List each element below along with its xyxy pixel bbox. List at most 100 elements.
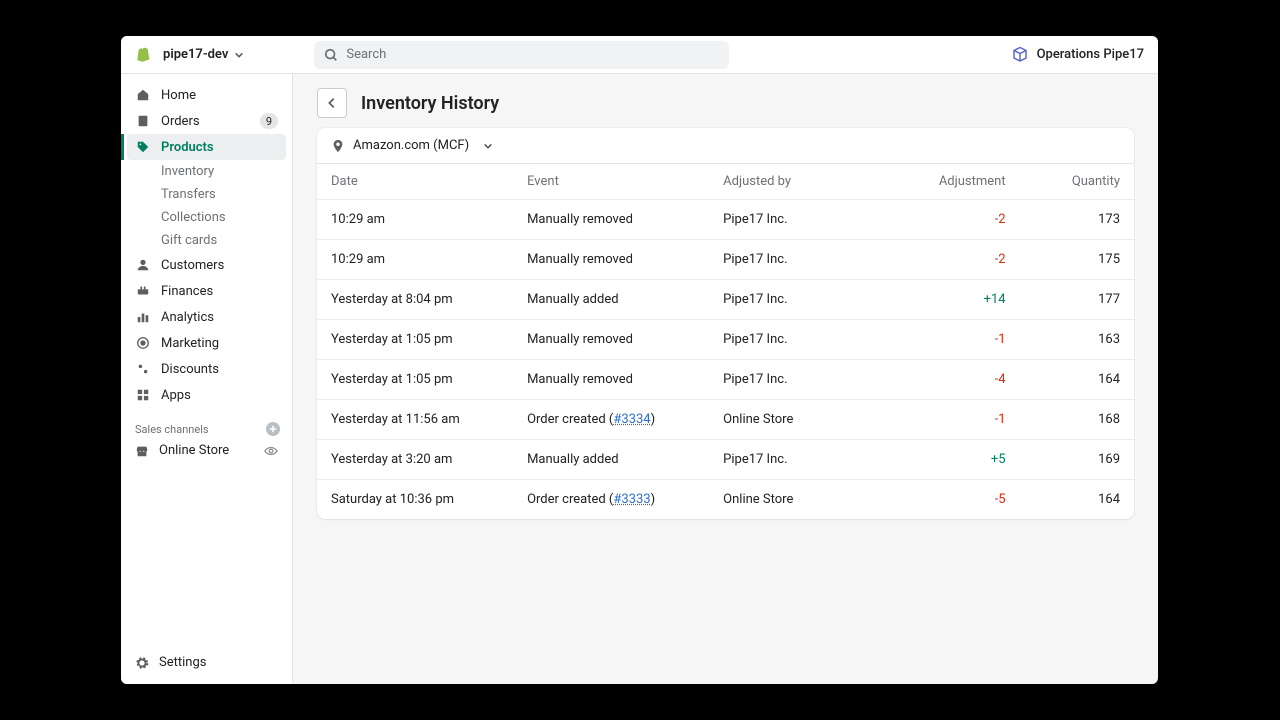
page-header: Inventory History (317, 88, 1134, 118)
account-menu[interactable]: Operations Pipe17 (1011, 46, 1144, 64)
cell-adjustment: -2 (905, 200, 1019, 240)
chevron-down-icon (234, 50, 244, 60)
orders-icon (135, 113, 151, 129)
cell-quantity: 163 (1020, 320, 1134, 360)
col-date: Date (317, 164, 513, 200)
cell-quantity: 175 (1020, 240, 1134, 280)
cell-quantity: 177 (1020, 280, 1134, 320)
cell-event: Manually added (513, 440, 709, 480)
table-row: Yesterday at 1:05 pmManually removedPipe… (317, 360, 1134, 400)
sidebar-item-label: Orders (161, 114, 200, 129)
cell-adjustment: +5 (905, 440, 1019, 480)
cell-adjustment: -4 (905, 360, 1019, 400)
cell-adjusted-by: Online Store (709, 480, 905, 520)
sidebar-item-marketing[interactable]: Marketing (127, 330, 286, 356)
sidebar-item-apps[interactable]: Apps (127, 382, 286, 408)
order-link[interactable]: #3334 (613, 412, 650, 427)
topbar: pipe17-dev Search Operations Pipe17 (121, 36, 1158, 74)
cell-event: Order created (#3333) (513, 480, 709, 520)
cell-adjusted-by: Pipe17 Inc. (709, 200, 905, 240)
cell-date: Yesterday at 3:20 am (317, 440, 513, 480)
cell-quantity: 169 (1020, 440, 1134, 480)
cell-date: Saturday at 10:36 pm (317, 480, 513, 520)
sidebar: Home Orders 9 Products Inventory Transfe… (121, 74, 293, 684)
channel-online-store[interactable]: Online Store (121, 438, 292, 463)
sidebar-item-analytics[interactable]: Analytics (127, 304, 286, 330)
cell-adjusted-by: Pipe17 Inc. (709, 360, 905, 400)
location-label: Amazon.com (MCF) (353, 138, 469, 153)
sidebar-item-orders[interactable]: Orders 9 (127, 108, 286, 134)
analytics-icon (135, 309, 151, 325)
table-row: Yesterday at 1:05 pmManually removedPipe… (317, 320, 1134, 360)
eye-icon[interactable] (264, 444, 278, 458)
sidebar-subitem-gift-cards[interactable]: Gift cards (127, 229, 286, 252)
cell-adjustment: -5 (905, 480, 1019, 520)
cell-adjustment: +14 (905, 280, 1019, 320)
settings-label: Settings (159, 655, 206, 670)
sidebar-subitem-transfers[interactable]: Transfers (127, 183, 286, 206)
location-selector[interactable]: Amazon.com (MCF) (317, 128, 1134, 163)
table-body: 10:29 amManually removedPipe17 Inc.-2173… (317, 200, 1134, 520)
account-label: Operations Pipe17 (1037, 47, 1144, 62)
col-event: Event (513, 164, 709, 200)
col-adjustment: Adjustment (905, 164, 1019, 200)
search-input[interactable]: Search (314, 41, 729, 69)
cell-date: Yesterday at 1:05 pm (317, 320, 513, 360)
cell-adjusted-by: Pipe17 Inc. (709, 280, 905, 320)
cell-quantity: 164 (1020, 480, 1134, 520)
sidebar-subitem-collections[interactable]: Collections (127, 206, 286, 229)
sidebar-item-label: Discounts (161, 362, 219, 377)
products-icon (135, 139, 151, 155)
sidebar-item-customers[interactable]: Customers (127, 252, 286, 278)
cell-adjusted-by: Pipe17 Inc. (709, 240, 905, 280)
sales-channels-heading: Sales channels (121, 412, 292, 438)
cell-date: Yesterday at 8:04 pm (317, 280, 513, 320)
shopify-logo-icon (135, 46, 153, 64)
sidebar-item-products[interactable]: Products (127, 134, 286, 160)
page-title: Inventory History (361, 93, 499, 114)
sales-channels-label: Sales channels (135, 423, 209, 436)
order-link[interactable]: #3333 (613, 492, 650, 507)
cell-event: Manually removed (513, 320, 709, 360)
finances-icon (135, 283, 151, 299)
table-row: Yesterday at 8:04 pmManually addedPipe17… (317, 280, 1134, 320)
inventory-history-table: Date Event Adjusted by Adjustment Quanti… (317, 163, 1134, 519)
add-channel-button[interactable] (266, 422, 280, 436)
sidebar-item-settings[interactable]: Settings (121, 646, 292, 684)
discounts-icon (135, 361, 151, 377)
body: Home Orders 9 Products Inventory Transfe… (121, 74, 1158, 684)
marketing-icon (135, 335, 151, 351)
sidebar-item-label: Finances (161, 284, 213, 299)
table-row: Yesterday at 11:56 amOrder created (#333… (317, 400, 1134, 440)
sidebar-item-label: Marketing (161, 336, 219, 351)
back-button[interactable] (317, 88, 347, 118)
cell-date: 10:29 am (317, 200, 513, 240)
sidebar-item-discounts[interactable]: Discounts (127, 356, 286, 382)
store-icon (135, 444, 149, 458)
home-icon (135, 87, 151, 103)
table-header-row: Date Event Adjusted by Adjustment Quanti… (317, 164, 1134, 200)
cell-date: 10:29 am (317, 240, 513, 280)
orders-badge: 9 (260, 113, 278, 129)
customers-icon (135, 257, 151, 273)
sidebar-item-label: Customers (161, 258, 224, 273)
sidebar-item-label: Home (161, 88, 196, 103)
sidebar-item-label: Products (161, 140, 214, 155)
search-icon (324, 48, 338, 62)
cell-quantity: 173 (1020, 200, 1134, 240)
cell-date: Yesterday at 11:56 am (317, 400, 513, 440)
app-window: pipe17-dev Search Operations Pipe17 (121, 36, 1158, 684)
channel-label: Online Store (159, 443, 229, 458)
chevron-down-icon (483, 141, 493, 151)
sidebar-item-label: Analytics (161, 310, 214, 325)
col-adjusted-by: Adjusted by (709, 164, 905, 200)
sidebar-item-finances[interactable]: Finances (127, 278, 286, 304)
sidebar-subitem-inventory[interactable]: Inventory (127, 160, 286, 183)
sidebar-item-home[interactable]: Home (127, 82, 286, 108)
col-quantity: Quantity (1020, 164, 1134, 200)
cell-adjusted-by: Pipe17 Inc. (709, 440, 905, 480)
inventory-history-card: Amazon.com (MCF) Date Event Adjusted by … (317, 128, 1134, 519)
main: Inventory History Amazon.com (MCF) Date … (293, 74, 1158, 684)
cell-adjustment: -1 (905, 320, 1019, 360)
store-switcher[interactable]: pipe17-dev (163, 47, 244, 62)
